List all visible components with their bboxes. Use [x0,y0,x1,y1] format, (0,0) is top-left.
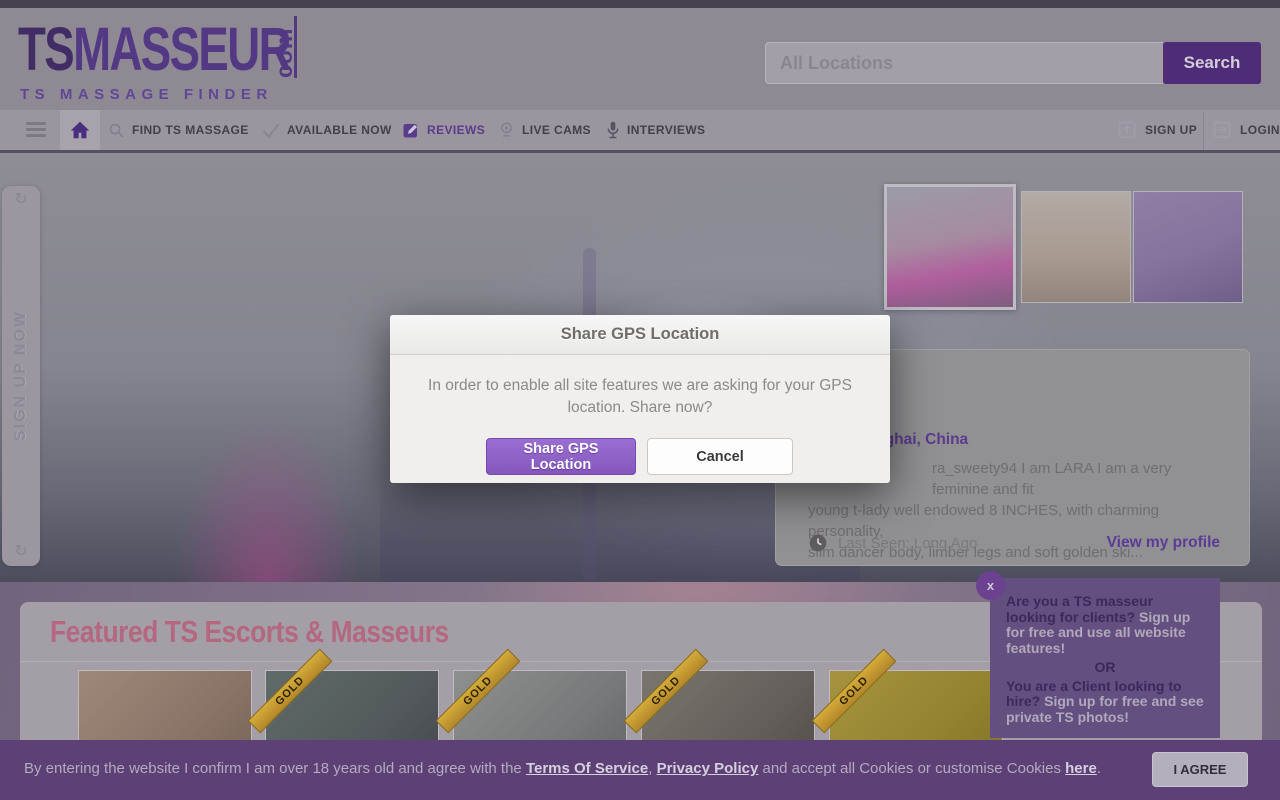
top-strip [0,0,1280,8]
nav-item-login[interactable]: LOGIN [1212,110,1280,150]
cookie-text-before: By entering the website I confirm I am o… [24,760,526,777]
nav-item-live-cams[interactable]: LIVE CAMS [498,110,591,150]
home-icon [69,119,91,141]
last-seen-text: Last Seen: Long Ago [838,535,977,552]
modal-title: Share GPS Location [561,325,720,344]
profile-description-line: ra_sweety94 I am LARA I am a very femini… [932,458,1220,500]
nav-divider [1203,112,1204,150]
modal-header: Share GPS Location [390,315,890,355]
featured-title: Featured TS Escorts & Masseurs [50,614,449,650]
logo-tagline: TS MASSAGE FINDER [20,86,273,103]
site-header: TSMASSEUR com TS MASSAGE FINDER Search [0,8,1280,110]
check-icon [262,123,280,138]
cookie-separator: , [648,760,656,777]
logo-masseur: MASSEUR [73,15,290,84]
nav-item-interviews[interactable]: INTERVIEWS [606,110,705,150]
privacy-policy-link[interactable]: Privacy Policy [657,760,759,777]
clock-icon [808,533,828,553]
site-logo[interactable]: TSMASSEUR com TS MASSAGE FINDER [18,14,318,106]
cookie-text-end: . [1097,760,1101,777]
search-button[interactable]: Search [1163,42,1261,84]
logo-wordmark: TSMASSEUR [18,14,290,85]
last-seen-row: Last Seen: Long Ago View my profile [808,533,1220,555]
refresh-icon: ↻ [14,544,27,560]
signup-promo-box: Are you a TS masseur looking for clients… [990,578,1220,738]
view-profile-link[interactable]: View my profile [1107,534,1220,552]
nav-label: AVAILABLE NOW [287,123,392,137]
cookie-text-middle: and accept all Cookies or customise Cook… [758,760,1065,777]
nav-item-home[interactable] [60,110,100,150]
customise-cookies-link[interactable]: here [1065,760,1097,777]
profile-photo-thumbnail-selected[interactable] [884,184,1016,310]
refresh-icon: ↻ [14,192,27,208]
profile-photo-thumbnail[interactable] [1021,191,1131,303]
i-agree-button[interactable]: I AGREE [1152,752,1248,787]
nav-item-available-now[interactable]: AVAILABLE NOW [262,110,392,150]
nav-label: LOGIN [1240,123,1280,137]
share-gps-button[interactable]: Share GPS Location [486,438,636,475]
nav-item-signup[interactable]: SIGN UP [1117,110,1197,150]
search-icon [108,122,125,139]
nav-label: REVIEWS [427,123,485,137]
nav-item-find-ts-massage[interactable]: FIND TS MASSAGE [108,110,249,150]
nav-label: SIGN UP [1145,123,1197,137]
login-arrow-icon [1212,120,1232,140]
cancel-button[interactable]: Cancel [647,438,793,475]
nav-item-reviews[interactable]: REVIEWS [402,110,485,150]
microphone-icon [606,121,620,140]
modal-body-text: In order to enable all site features we … [425,375,855,419]
promo-question-masseur: Are you a TS masseur looking for clients… [1006,593,1153,625]
cookie-consent-text: By entering the website I confirm I am o… [24,760,1134,777]
webcam-icon [498,121,515,139]
main-nav: FIND TS MASSAGE AVAILABLE NOW REVIEWS LI… [0,110,1280,153]
logo-tld: com [271,16,297,78]
share-gps-modal: Share GPS Location In order to enable al… [390,315,890,483]
hamburger-menu-icon[interactable] [26,122,46,138]
edit-square-icon [402,121,420,139]
nav-label: FIND TS MASSAGE [132,123,249,137]
promo-or: OR [1006,660,1204,676]
nav-label: LIVE CAMS [522,123,591,137]
side-banner-label: SIGN UP NOW [12,310,30,441]
signup-now-side-banner[interactable]: ↻ SIGN UP NOW ↻ [2,186,40,566]
terms-of-service-link[interactable]: Terms Of Service [526,760,648,777]
location-search-input[interactable] [765,42,1163,84]
logo-ts: TS [18,15,73,84]
signup-arrow-icon [1117,120,1137,140]
promo-close-button[interactable]: x [976,571,1005,600]
page: TSMASSEUR com TS MASSAGE FINDER Search F… [0,0,1280,800]
profile-photo-thumbnail[interactable] [1133,191,1243,303]
cookie-consent-bar: By entering the website I confirm I am o… [0,740,1280,800]
nav-label: INTERVIEWS [627,123,705,137]
